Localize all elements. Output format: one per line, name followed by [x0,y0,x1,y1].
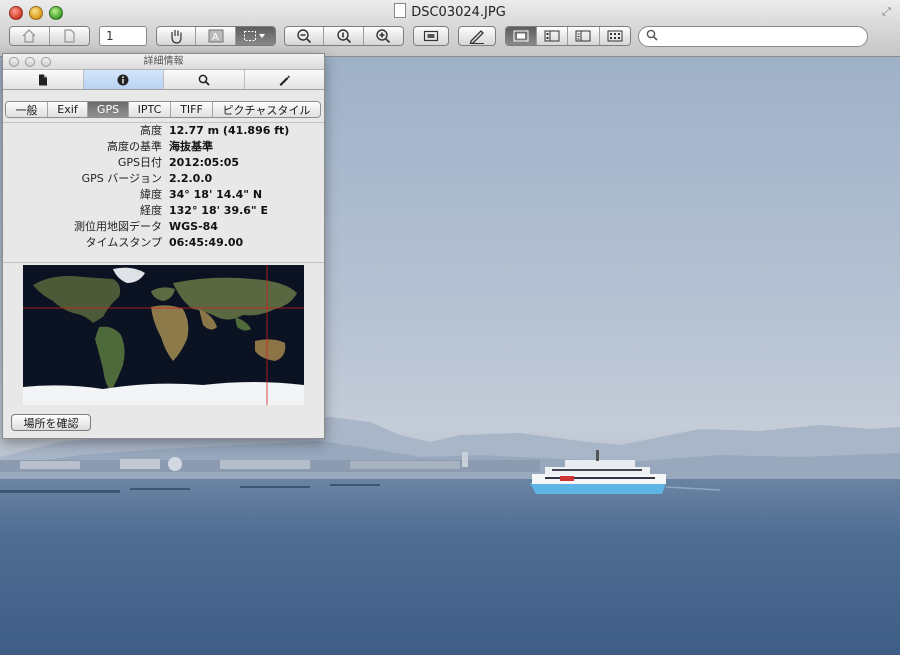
window-title-text: DSC03024.JPG [411,5,506,20]
gps-key: 高度の基準 [107,140,162,153]
zoom-out-icon [297,29,312,44]
gps-value: 12.77 m (41.896 ft) [169,124,290,137]
gps-row-altitude-ref: 高度の基準 海抜基準 [3,139,324,155]
inspector-titlebar: 詳細情報 [3,54,324,70]
inspector-panel: 詳細情報 一般 Exif GPS IPTC TIFF ピクチャスタイル 高度 12… [2,53,325,439]
tab-more-info[interactable] [83,70,164,89]
table-of-contents-view-button[interactable] [568,27,600,45]
image-view-icon [513,30,529,42]
actual-size-icon [336,29,351,44]
gps-row-longitude: 経度 132° 18' 39.6" E [3,203,324,219]
content-only-view-button[interactable] [506,27,537,45]
search-field[interactable] [638,26,868,47]
world-map [23,265,304,405]
magnifier-icon [198,74,210,86]
tab-iptc[interactable]: IPTC [129,102,171,117]
info-icon [117,74,129,85]
zoom-out-button[interactable] [285,27,325,45]
inspector-zoom-button[interactable] [41,57,51,67]
inspector-close-button[interactable] [9,57,19,67]
file-icon [38,74,47,85]
thumbnails-view-button[interactable] [536,27,569,45]
gps-row-timestamp: タイムスタンプ 06:45:49.00 [3,235,324,251]
tab-annotations[interactable] [245,70,325,89]
zoom-in-icon [376,29,391,44]
gps-row-altitude: 高度 12.77 m (41.896 ft) [3,123,324,139]
window-titlebar: DSC03024.JPG ⤢ 1 A [0,0,900,57]
move-tool-button[interactable] [157,27,197,45]
contact-sheet-view-button[interactable] [599,27,630,45]
page-down-icon [64,29,75,43]
view-mode-group [505,26,631,46]
search-input[interactable] [663,29,863,46]
page-number-field[interactable]: 1 [99,26,147,46]
tab-exif[interactable]: Exif [48,102,88,117]
gps-value: 06:45:49.00 [169,236,244,249]
hand-icon [171,30,182,44]
inspector-top-tabs [3,70,324,90]
search-icon [646,29,658,44]
gps-value: WGS-84 [169,220,218,233]
tab-tiff[interactable]: TIFF [171,102,213,117]
gps-key: 緯度 [140,188,162,201]
gps-metadata-list: 高度 12.77 m (41.896 ft) 高度の基準 海抜基準 GPS日付 201… [3,123,324,251]
gps-key: 測位用地図データ [74,220,162,233]
fullscreen-icon[interactable]: ⤢ [882,6,894,18]
document-icon [394,3,407,18]
text-select-icon: A [208,29,224,43]
next-page-button[interactable] [49,27,89,45]
house-up-icon [22,29,36,43]
gps-row-map-datum: 測位用地図データ WGS-84 [3,219,324,235]
gps-key: 高度 [140,124,162,137]
gps-value: 34° 18' 14.4" N [169,188,263,201]
gps-key: 経度 [140,204,162,217]
sidebar-thumbnails-icon [544,30,560,42]
gps-key: GPS日付 [117,156,162,169]
tab-keywords[interactable] [164,70,245,89]
gps-value: 海抜基準 [169,140,213,153]
pencil-icon [279,75,291,86]
gps-key: タイムスタンプ [85,236,162,249]
gps-row-latitude: 緯度 34° 18' 14.4" N [3,187,324,203]
zoom-group [284,26,404,46]
sidebar-list-icon [575,30,591,42]
rect-select-tool-button[interactable] [235,27,275,45]
text-tool-button[interactable]: A [196,27,236,45]
inspector-title: 詳細情報 [143,56,184,67]
svg-text:A: A [212,32,219,43]
show-location-button[interactable]: 場所を確認 [11,414,91,431]
rotate-button[interactable] [413,26,449,46]
tab-gps[interactable]: GPS [88,102,129,117]
gps-row-version: GPS バージョン 2.2.0.0 [3,171,324,187]
zoom-in-button[interactable] [363,27,403,45]
pencil-toolbar-icon [469,30,484,44]
grid-icon [607,30,623,42]
gps-value: 2.2.0.0 [169,172,213,185]
tool-mode-group: A [156,26,276,46]
actual-size-button[interactable] [324,27,364,45]
tab-picture-style[interactable]: ピクチャスタイル [213,102,320,117]
metadata-tabs: 一般 Exif GPS IPTC TIFF ピクチャスタイル [5,101,321,118]
gps-value: 132° 18' 39.6" E [169,204,269,217]
tab-general-info[interactable] [3,70,84,89]
window-title: DSC03024.JPG [0,3,900,20]
annotate-button[interactable] [458,26,496,46]
inspector-minimize-button[interactable] [25,57,35,67]
marquee-dropdown-icon [244,31,266,41]
gps-key: GPS バージョン [81,172,162,185]
tab-general[interactable]: 一般 [6,102,48,117]
gps-row-date: GPS日付 2012:05:05 [3,155,324,171]
previous-page-button[interactable] [10,27,50,45]
rotate-icon [423,30,439,42]
divider [3,262,324,263]
gps-value: 2012:05:05 [169,156,240,169]
page-nav-group [9,26,90,46]
